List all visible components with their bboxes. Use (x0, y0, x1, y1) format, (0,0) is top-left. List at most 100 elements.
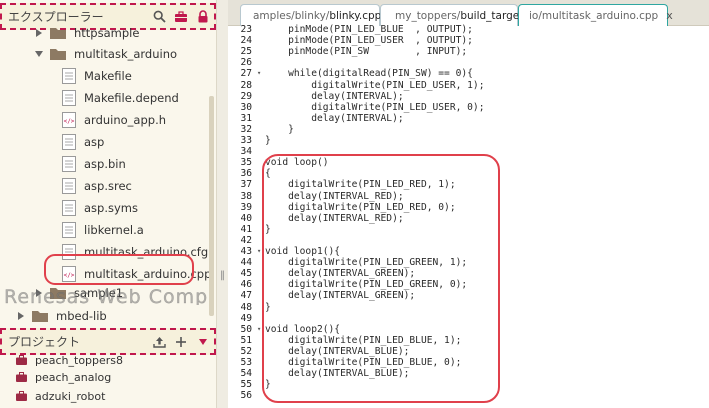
line-number: 34 (240, 146, 252, 158)
code-line: 27 ▾ while(digitalRead(PIN_SW) == 0){ (228, 68, 698, 79)
file-icon (62, 156, 76, 172)
line-number: 53 (240, 357, 252, 368)
project-item[interactable]: adzuki_robot (16, 386, 105, 406)
annotation-circle-file (44, 254, 194, 285)
tree-file-makefile[interactable]: Makefile (62, 65, 132, 87)
line-number: 32 (240, 123, 252, 135)
left-panel: エクスプローラー httpsample multitask_arduino Ma… (0, 0, 216, 408)
line-number: 43 (240, 246, 252, 257)
code-file-icon: </> (62, 112, 76, 128)
line-number: 28 (240, 79, 252, 91)
folder-icon (50, 49, 66, 60)
code-line: 32 } (228, 124, 698, 135)
tab-blinky-cpp[interactable]: amples/blinky/blinky.cpp x (240, 4, 396, 26)
svg-text:</>: </> (64, 118, 75, 125)
code-text: pinMode(PIN_LED_USER , OUTPUT); (265, 35, 473, 47)
tree-file-asp-srec[interactable]: asp.srec (62, 175, 132, 197)
line-number: 26 (240, 57, 252, 69)
line-number: 37 (240, 179, 252, 191)
line-number: 31 (240, 112, 252, 124)
line-number: 29 (240, 90, 252, 102)
chevron-right-icon[interactable] (34, 28, 44, 38)
annotation-circle-code (262, 154, 500, 403)
line-number: 24 (240, 35, 252, 47)
tab-bar: amples/blinky/blinky.cpp x my_toppers/bu… (228, 0, 709, 26)
code-text: pinMode(PIN_SW , INPUT); (265, 46, 468, 58)
line-number: 30 (240, 101, 252, 113)
line-number: 50 (240, 323, 252, 335)
file-icon (62, 68, 76, 84)
line-number: 47 (240, 290, 252, 302)
tree-file-asp-syms[interactable]: asp.syms (62, 197, 138, 219)
code-line: 23 pinMode(PIN_LED_BLUE , OUTPUT); (228, 24, 698, 35)
drag-handle-icon[interactable]: ‖ (220, 270, 225, 281)
line-number: 42 (240, 234, 252, 246)
line-number: 35 (240, 157, 252, 169)
tree-folder-httpsample[interactable]: httpsample (34, 22, 139, 44)
line-number: 33 (240, 135, 252, 146)
briefcase-icon (16, 355, 27, 365)
code-line: 29 delay(INTERVAL); (228, 91, 698, 102)
tree-file-asp-bin[interactable]: asp.bin (62, 153, 126, 175)
search-icon[interactable] (148, 6, 170, 28)
code-line: 31 delay(INTERVAL); (228, 113, 698, 124)
line-number: 46 (240, 279, 252, 291)
line-number: 54 (240, 368, 252, 380)
project-item[interactable]: peach_analog (16, 367, 111, 387)
line-number: 45 (240, 268, 252, 280)
tree-file-arduino-app-h[interactable]: </> arduino_app.h (62, 109, 166, 131)
code-text: } (265, 135, 271, 146)
code-line: 25 pinMode(PIN_SW , INPUT); (228, 46, 698, 57)
caret-down-icon[interactable] (192, 331, 214, 353)
line-number: 49 (240, 312, 252, 324)
line-number: 48 (240, 301, 252, 313)
folder-icon (32, 311, 48, 322)
tree-file-libkernel[interactable]: libkernel.a (62, 219, 144, 241)
plus-icon[interactable] (170, 331, 192, 353)
fold-arrow-icon[interactable]: ▾ (257, 68, 263, 79)
tree-folder-multitask-arduino[interactable]: multitask_arduino (34, 43, 177, 65)
code-text: digitalWrite(PIN_LED_USER, 0); (265, 101, 485, 113)
tree-file-makefile-depend[interactable]: Makefile.depend (62, 87, 179, 109)
code-text: while(digitalRead(PIN_SW) == 0){ (265, 68, 473, 80)
chevron-down-icon[interactable] (34, 49, 44, 59)
panel-splitter[interactable]: ‖ (216, 0, 228, 408)
project-title: プロジェクト (8, 335, 81, 349)
tree-folder-mbed-lib[interactable]: mbed-lib (16, 305, 206, 327)
tab-build-target[interactable]: my_toppers/build_target x (380, 4, 538, 26)
code-line: 30 digitalWrite(PIN_LED_USER, 0); (228, 102, 698, 113)
tab-multitask-arduino-cpp[interactable]: io/multitask_arduino.cpp x (518, 4, 673, 26)
line-number: 27 (240, 68, 252, 80)
line-number: 41 (240, 223, 252, 235)
folder-icon (50, 28, 66, 39)
file-icon (62, 134, 76, 150)
chevron-right-icon[interactable] (16, 311, 26, 321)
code-line: 28 digitalWrite(PIN_LED_USER, 1); (228, 80, 698, 91)
briefcase-icon[interactable] (170, 6, 192, 28)
line-number: 44 (240, 257, 252, 269)
code-text: delay(INTERVAL); (265, 90, 404, 102)
line-number: 56 (240, 390, 252, 402)
file-icon (62, 200, 76, 216)
code-text: delay(INTERVAL); (265, 112, 404, 124)
close-icon[interactable]: x (666, 9, 673, 22)
line-number: 51 (240, 334, 252, 346)
line-number: 36 (240, 168, 252, 180)
code-text: digitalWrite(PIN_LED_USER, 1); (265, 79, 485, 91)
code-line: 33} (228, 135, 698, 146)
line-number: 52 (240, 345, 252, 357)
file-icon (62, 90, 76, 106)
tree-file-asp[interactable]: asp (62, 131, 104, 153)
code-text: pinMode(PIN_LED_BLUE , OUTPUT); (265, 24, 473, 35)
code-line: 26 (228, 57, 698, 68)
lock-icon[interactable] (192, 6, 214, 28)
explorer-scrollbar[interactable] (209, 96, 214, 316)
file-icon (62, 222, 76, 238)
briefcase-icon (16, 391, 27, 401)
briefcase-icon (16, 372, 27, 382)
upload-icon[interactable] (148, 331, 170, 353)
file-icon (62, 178, 76, 194)
line-number: 25 (240, 46, 252, 58)
line-number: 23 (240, 24, 252, 35)
code-text: } (265, 123, 294, 135)
